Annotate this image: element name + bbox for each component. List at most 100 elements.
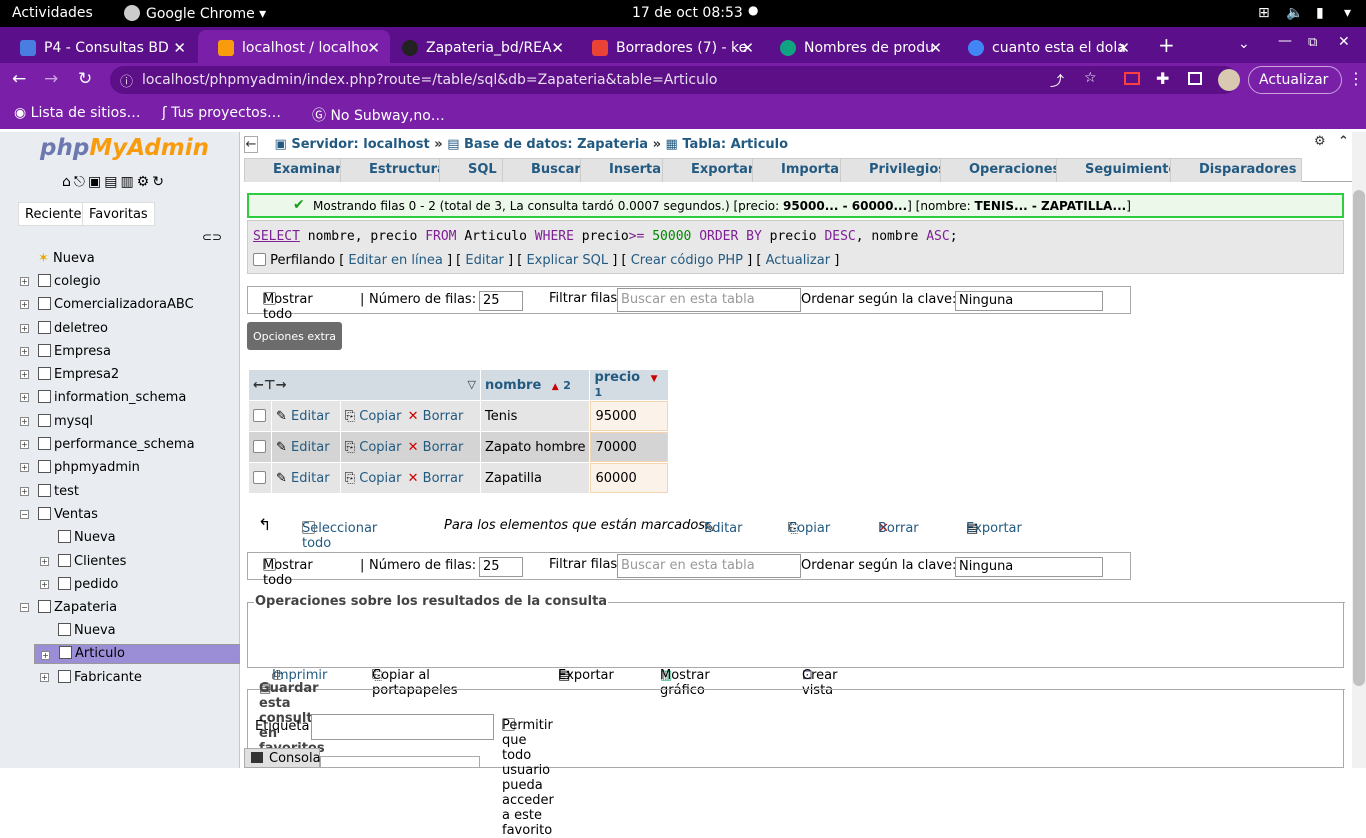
filter-input[interactable]: Buscar en esta tabla [617,554,801,578]
edit-row-button[interactable]: ✎ Editar [272,401,340,431]
expand-icon[interactable]: + [40,557,49,566]
expand-icon[interactable]: + [40,580,49,589]
sort-select[interactable]: Ninguna [955,291,1103,311]
cell-nombre[interactable]: Zapato hombre [481,432,590,462]
new-tab-icon[interactable]: + [1158,33,1175,57]
bookmark-3[interactable]: Ⓖ No Subway,no… [312,105,445,125]
tree-item-fabricante[interactable]: + Fabricante [40,667,142,690]
reload-nav-icon[interactable]: ↻ [152,174,167,190]
tab-browse[interactable]: Examinar [244,158,348,182]
column-header-precio[interactable]: precio ▼ 1 [590,370,669,400]
sql-query[interactable]: SELECT nombre, precio FROM Articulo WHER… [253,229,958,244]
cell-nombre[interactable]: Tenis [481,401,590,431]
row-checkbox[interactable] [249,432,271,462]
close-icon[interactable]: ✕ [929,39,942,57]
browser-tab-1[interactable]: P4 - Consultas BD ✕ [0,30,196,63]
activities-button[interactable]: Actividades [12,5,93,21]
scrollbar-thumb[interactable] [1353,190,1365,686]
resize-columns-icon[interactable]: ←⊤→ [253,378,287,393]
query-window-icon[interactable]: ▣ [88,174,104,190]
expand-icon[interactable]: + [20,277,29,286]
logout-icon[interactable]: ⎋ [74,174,88,190]
tab-tracking[interactable]: Seguimiento [1056,158,1184,182]
window-close-icon[interactable]: ✕ [1338,34,1350,50]
tree-item-comercializadoraabc[interactable]: + ComercializadoraABC [20,294,194,317]
docs-icon[interactable]: ▤ [104,174,120,190]
collapse-icon[interactable]: − [20,603,29,612]
close-icon[interactable]: ✕ [551,39,564,57]
bookmark-label-input[interactable] [311,714,494,740]
browser-tab-4[interactable]: Borradores (7) - ke ✕ [572,30,764,63]
tree-item-articulo[interactable]: + Articulo [34,644,240,664]
tree-item-information-schema[interactable]: + information_schema [20,387,186,410]
copy-row-button[interactable]: ⎘ Copiar ✕ Borrar [340,432,480,462]
bookmark-1[interactable]: ◉ Lista de sitios… [14,105,141,121]
tree-item-zapateria-new[interactable]: Nueva [58,620,116,643]
create-php-link[interactable]: Crear código PHP [631,253,743,268]
clock[interactable]: 17 de oct 08:53 [632,5,743,21]
tab-structure[interactable]: Estructura [340,158,452,182]
expand-icon[interactable]: + [20,417,29,426]
tree-item-zapateria[interactable]: − Zapateria [20,597,117,620]
menu-dots-icon[interactable]: ⋮ [1348,69,1364,88]
phpmyadmin-logo[interactable]: phpMyAdmin [40,135,209,161]
cell-precio[interactable]: 95000 [590,401,669,431]
browser-tab-6[interactable]: cuanto esta el dola ✕ [948,30,1140,63]
extensions-icon[interactable]: ✚ [1156,69,1169,88]
rows-select[interactable]: 25 [479,557,523,577]
tab-insert[interactable]: Insertar [580,158,674,182]
avatar[interactable] [1218,69,1240,91]
expand-icon[interactable]: + [40,673,49,682]
close-icon[interactable]: ✕ [367,39,380,57]
expand-icon[interactable]: + [20,324,29,333]
tree-item-performance-schema[interactable]: + performance_schema [20,434,195,457]
tree-item-new[interactable]: ✶ Nueva [38,248,95,271]
breadcrumb-database[interactable]: Base de datos: Zapateria [464,137,648,152]
bookmark-2[interactable]: ʃ Tus proyectos… [162,105,281,121]
tree-item-deletreo[interactable]: + deletreo [20,318,108,341]
recent-tab[interactable]: Reciente [18,202,89,226]
share-icon[interactable]: ⤴ [1050,71,1064,91]
refresh-link[interactable]: Actualizar [766,253,830,268]
favorites-tab[interactable]: Favoritas [82,202,155,226]
tree-item-phpmyadmin[interactable]: + phpmyadmin [20,457,140,480]
breadcrumb-table[interactable]: Tabla: Articulo [682,137,788,152]
expand-icon[interactable]: + [20,463,29,472]
edit-row-button[interactable]: ✎ Editar [272,432,340,462]
battery-icon[interactable]: ▮ [1316,5,1324,21]
cell-precio[interactable]: 60000 [590,463,669,493]
tab-search-icon[interactable]: ⌄ [1238,36,1250,52]
sql-docs-icon[interactable]: ▥ [120,174,136,190]
tab-export[interactable]: Exportar [662,158,761,182]
tree-item-test[interactable]: + test [20,481,79,504]
cast-icon[interactable] [1124,72,1140,85]
explain-sql-link[interactable]: Explicar SQL [526,253,608,268]
settings-icon[interactable]: ⚙ [1314,134,1326,149]
tab-import[interactable]: Importar [752,158,852,182]
delete-row-button[interactable]: ✕ Borrar [408,409,464,424]
row-checkbox[interactable] [249,401,271,431]
copy-row-button[interactable]: ⎘ Copiar ✕ Borrar [340,463,480,493]
expand-icon[interactable]: + [20,347,29,356]
app-menu[interactable]: Google Chrome ▾ [124,5,266,22]
tree-item-pedido[interactable]: + pedido [40,574,118,597]
forward-icon[interactable]: → [44,69,58,89]
site-info-icon[interactable]: ⓘ [120,71,133,90]
network-icon[interactable]: ⊞ [1258,5,1270,21]
collapse-nav-icon[interactable]: ← [244,136,258,153]
browser-tab-3[interactable]: Zapateria_bd/REA ✕ [382,30,574,63]
back-icon[interactable]: ← [12,69,26,89]
rows-select[interactable]: 25 [479,291,523,311]
expand-icon[interactable]: + [20,487,29,496]
reload-icon[interactable]: ↻ [78,69,92,89]
tab-privileges[interactable]: Privilegios [840,158,953,182]
tree-item-colegio[interactable]: + colegio [20,271,101,294]
column-header-nombre[interactable]: nombre ▲ 2 [481,370,590,400]
bookmark-star-icon[interactable]: ☆ [1084,70,1097,86]
volume-icon[interactable]: 🔈 [1286,5,1303,21]
delete-row-button[interactable]: ✕ Borrar [408,440,464,455]
breadcrumb-server[interactable]: Servidor: localhost [291,137,429,152]
collapse-icon[interactable]: − [20,510,29,519]
edit-row-button[interactable]: ✎ Editar [272,463,340,493]
tab-search[interactable]: Buscar [502,158,587,182]
